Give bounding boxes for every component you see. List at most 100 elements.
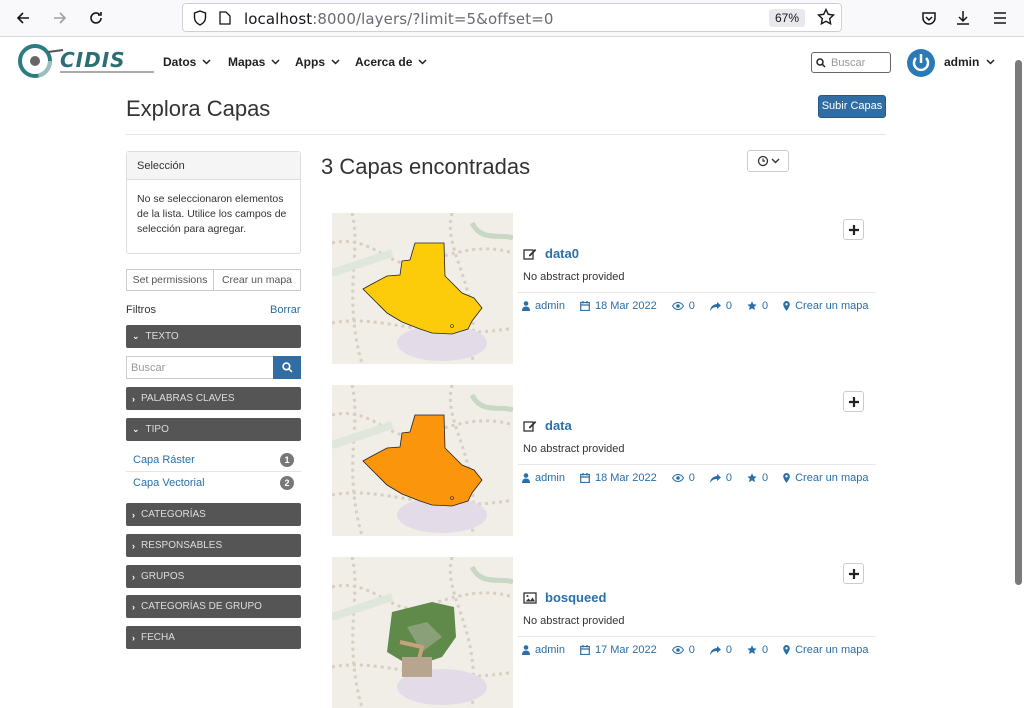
cidis-logo[interactable]: CIDIS <box>18 40 158 82</box>
calendar-icon <box>580 645 590 655</box>
layer-card: data No abstract provided admin 18 Mar 2… <box>332 385 876 536</box>
selection-body: No se seleccionaron elementos de la list… <box>137 193 287 235</box>
url-text[interactable]: localhost:8000/layers/?limit=5&offset=0 <box>244 10 554 28</box>
layer-meta: admin 18 Mar 2022 0 0 0 Crear un mapa <box>522 300 868 312</box>
menu-acerca[interactable]: Acerca de <box>355 55 427 69</box>
divider <box>518 292 876 293</box>
scrollbar-thumb[interactable] <box>1015 60 1022 585</box>
filter-text[interactable]: ⌄ TEXTO <box>126 325 301 348</box>
type-vector[interactable]: Capa Vectorial 2 <box>126 472 301 494</box>
chevron-down-icon <box>771 158 779 164</box>
hamburger-menu-icon[interactable] <box>988 6 1012 30</box>
views-count: 0 <box>688 472 695 484</box>
chevron-down-icon <box>331 59 340 65</box>
layer-title[interactable]: data <box>523 418 572 433</box>
filter-groups[interactable]: › GRUPOS <box>126 565 301 588</box>
filter-categories[interactable]: › CATEGORÍAS <box>126 503 301 526</box>
filter-group-categories[interactable]: › CATEGORÍAS DE GRUPO <box>126 595 301 618</box>
filter-keywords[interactable]: › PALABRAS CLAVES <box>126 387 301 410</box>
chevron-right-icon: › <box>132 601 135 612</box>
share-icon <box>709 473 721 483</box>
chevron-down-icon <box>418 59 427 65</box>
plus-icon <box>848 224 859 235</box>
avatar[interactable] <box>907 49 935 77</box>
plus-icon <box>848 396 859 407</box>
map-marker-icon <box>783 301 790 311</box>
filter-type-label: TIPO <box>145 424 169 435</box>
add-to-selection-button[interactable] <box>843 219 864 240</box>
menu-apps[interactable]: Apps <box>295 55 340 69</box>
layer-thumbnail-frame[interactable] <box>332 213 513 364</box>
shares-count: 0 <box>725 472 732 484</box>
page-title: Explora Capas <box>126 96 271 121</box>
selection-actions: Set permissions Crear un mapa <box>126 269 301 291</box>
layer-thumbnail-frame[interactable] <box>332 385 513 536</box>
user-menu[interactable]: admin <box>944 55 995 69</box>
sort-dropdown[interactable] <box>747 150 789 172</box>
forward-arrow-icon[interactable] <box>48 6 72 30</box>
image-icon <box>523 591 537 604</box>
chevron-down-icon <box>271 59 280 65</box>
create-map-button[interactable]: Crear un mapa <box>214 269 301 291</box>
svg-text:CIDIS: CIDIS <box>60 48 126 72</box>
rating-count: 0 <box>761 300 769 312</box>
owner-link[interactable]: admin <box>535 644 565 656</box>
filter-date-label: FECHA <box>141 632 175 643</box>
filters-label: Filtros <box>126 304 156 316</box>
vector-shape-icon <box>362 242 483 335</box>
map-marker-icon <box>783 473 790 483</box>
layer-title[interactable]: data0 <box>523 246 579 261</box>
owner-link[interactable]: admin <box>535 472 565 484</box>
chevron-right-icon: › <box>132 571 135 582</box>
set-permissions-button[interactable]: Set permissions <box>126 269 214 291</box>
filter-search-button[interactable] <box>273 356 301 379</box>
bookmark-star-icon[interactable] <box>816 7 836 31</box>
filter-date[interactable]: › FECHA <box>126 626 301 649</box>
pocket-icon[interactable] <box>917 6 941 30</box>
download-icon[interactable] <box>951 6 975 30</box>
add-to-selection-button[interactable] <box>843 391 864 412</box>
type-raster-label: Capa Ráster <box>133 454 195 466</box>
create-map-link[interactable]: Crear un mapa <box>795 644 868 656</box>
url-bar[interactable]: localhost:8000/layers/?limit=5&offset=0 … <box>182 3 842 32</box>
star-icon <box>747 301 757 311</box>
menu-datos[interactable]: Datos <box>163 55 211 69</box>
views-count: 0 <box>688 644 695 656</box>
vector-shape-icon <box>362 414 483 507</box>
filter-owners[interactable]: › RESPONSABLES <box>126 534 301 557</box>
search-icon <box>281 362 292 373</box>
layer-title[interactable]: bosqueed <box>523 590 606 605</box>
create-map-link[interactable]: Crear un mapa <box>795 300 868 312</box>
menu-mapas[interactable]: Mapas <box>228 55 280 69</box>
layer-card: data0 No abstract provided admin 18 Mar … <box>332 213 876 364</box>
url-path: :8000/layers/?limit=5&offset=0 <box>312 10 554 28</box>
date-text: 18 Mar 2022 <box>594 472 657 484</box>
clock-icon <box>757 155 768 167</box>
add-to-selection-button[interactable] <box>843 563 864 584</box>
type-raster[interactable]: Capa Ráster 1 <box>126 449 301 471</box>
rating-count: 0 <box>761 472 769 484</box>
filter-text-label: TEXTO <box>145 331 179 342</box>
user-icon <box>522 645 530 655</box>
zoom-level[interactable]: 67% <box>769 9 805 27</box>
layer-thumbnail-frame[interactable] <box>332 557 513 708</box>
create-map-link[interactable]: Crear un mapa <box>795 472 868 484</box>
user-icon <box>522 301 530 311</box>
selection-title: Selección <box>127 152 300 180</box>
filter-type[interactable]: ⌄ TIPO <box>126 418 301 441</box>
power-icon <box>912 54 930 72</box>
back-arrow-icon[interactable] <box>11 6 35 30</box>
layer-abstract: No abstract provided <box>523 271 625 283</box>
filter-search-input[interactable]: Buscar <box>126 356 273 379</box>
chevron-down-icon <box>986 59 995 65</box>
owner-link[interactable]: admin <box>535 300 565 312</box>
layer-title-text: data <box>545 418 572 433</box>
shield-icon[interactable] <box>193 10 207 31</box>
count-badge: 2 <box>280 476 294 490</box>
clear-filters-link[interactable]: Borrar <box>270 304 301 316</box>
upload-layers-button[interactable]: Subir Capas <box>818 95 886 118</box>
reload-icon[interactable] <box>84 6 108 30</box>
filter-owners-label: RESPONSABLES <box>141 540 223 551</box>
url-host: localhost <box>244 10 313 28</box>
header-search-input[interactable]: Buscar <box>811 52 891 73</box>
